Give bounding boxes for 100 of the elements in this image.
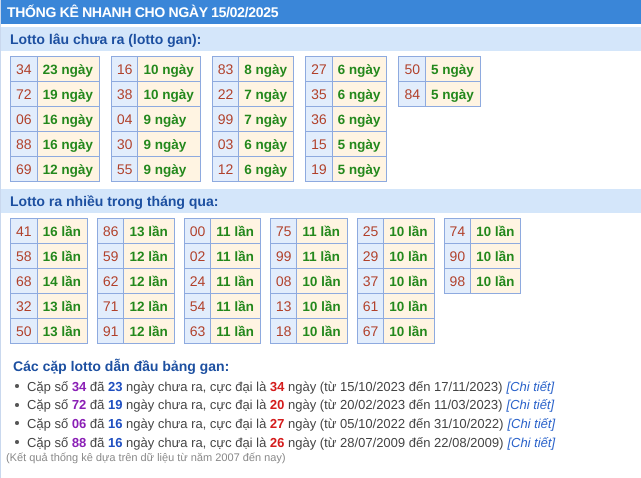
count-cell: 10 lần [296,268,348,294]
number-cell: 29 [357,244,384,268]
count-cell: 10 lần [470,244,521,268]
count-cell: 9 ngày [138,156,200,182]
number-cell: 27 [306,56,332,82]
count-cell: 10 lần [384,244,434,268]
number-cell: 00 [184,218,211,244]
number-cell: 30 [111,132,138,156]
count-cell: 5 ngày [332,156,387,182]
count-cell: 12 ngày [37,156,100,182]
number-cell: 59 [97,244,124,268]
count-cell: 6 ngày [332,82,387,106]
number-cell: 25 [357,218,384,244]
number-cell: 24 [184,268,211,294]
count-cell: 12 lần [124,318,174,344]
count-cell: 16 lần [37,244,88,268]
footnote: (Kết quả thống kê dựa trên dữ liệu từ năm 2007 đến nay) [6,452,287,464]
count-cell: 8 ngày [238,56,294,82]
number-cell: 69 [10,156,38,182]
number-cell: 68 [10,268,38,294]
number-cell: 75 [270,218,297,244]
number-cell: 37 [357,268,384,294]
number-cell: 91 [97,318,124,344]
number-cell: 86 [97,218,124,244]
count-cell: 16 ngày [37,106,100,132]
count-cell: 11 lần [210,244,260,268]
count-cell: 10 ngày [138,56,200,82]
number-cell: 22 [212,82,239,106]
number-cell: 04 [111,106,138,132]
count-cell: 5 ngày [426,56,480,82]
number-cell: 36 [306,106,332,132]
number-cell: 34 [10,56,38,82]
number-cell: 72 [10,82,38,106]
number-cell: 84 [398,82,426,106]
number-cell: 58 [10,244,38,268]
number-cell: 61 [357,294,384,318]
count-cell: 5 ngày [332,132,387,156]
count-cell: 10 lần [384,318,434,344]
count-cell: 11 lần [296,218,348,244]
count-cell: 7 ngày [238,106,294,132]
detail-link[interactable]: [Chi tiết] [506,378,554,394]
count-cell: 11 lần [210,294,260,318]
summary-sentence: Cặp số 88 đã 16 ngày chưa ra, cực đại là 26 ngày (từ 28/07/2009 đến 22/08/2009) [27,434,504,450]
number-cell: 67 [357,318,384,344]
count-cell: 13 lần [124,218,174,244]
count-cell: 13 lần [37,294,88,318]
detail-link[interactable]: [Chi tiết] [507,434,556,450]
bullet-icon [15,384,19,388]
count-cell: 14 lần [37,268,88,294]
number-cell: 08 [270,268,297,294]
number-cell: 15 [306,132,332,156]
count-cell: 9 ngày [138,132,200,156]
detail-link[interactable]: [Chi tiết] [506,397,554,412]
bullet-icon [15,421,19,426]
summary-sentence: Cặp số 06 đã 16 ngày chưa ra, cực đại là 27 ngày (từ 05/10/2022 đến 31/10/2022) [27,416,504,431]
count-cell: 19 ngày [37,82,100,106]
number-cell: 02 [184,244,211,268]
count-cell: 23 ngày [37,56,100,82]
count-cell: 7 ngày [238,82,294,106]
count-cell: 10 lần [296,318,348,344]
count-cell: 11 lần [210,218,260,244]
number-cell: 90 [444,244,471,268]
bullet-icon [15,440,19,444]
number-cell: 54 [184,294,211,318]
number-cell: 13 [270,294,297,318]
count-cell: 11 lần [210,318,260,344]
number-cell: 41 [10,218,38,244]
number-cell: 38 [111,82,138,106]
count-cell: 11 lần [296,244,348,268]
number-cell: 50 [398,56,426,82]
number-cell: 99 [212,106,239,132]
number-cell: 88 [10,132,38,156]
number-cell: 71 [97,294,124,318]
count-cell: 6 ngày [238,132,294,156]
number-cell: 63 [184,318,211,344]
detail-link[interactable]: [Chi tiết] [507,416,556,431]
number-cell: 35 [306,82,332,106]
count-cell: 10 lần [470,268,521,294]
summary-sentence: Cặp số 34 đã 23 ngày chưa ra, cực đại là 34 ngày (từ 15/10/2023 đến 17/11/2023) [27,378,502,394]
number-cell: 03 [212,132,239,156]
number-cell: 50 [10,318,38,344]
count-cell: 6 ngày [238,156,294,182]
count-cell: 9 ngày [138,106,200,132]
number-cell: 18 [270,318,297,344]
page-title: THỐNG KÊ NHANH CHO NGÀY 15/02/2025 [1,0,641,24]
count-cell: 16 lần [37,218,88,244]
number-cell: 19 [306,156,332,182]
count-cell: 5 ngày [426,82,480,106]
count-cell: 12 lần [124,294,174,318]
summary-heading: Các cặp lotto dẫn đầu bảng gan: [13,358,230,374]
count-cell: 12 lần [124,268,174,294]
count-cell: 10 lần [296,294,348,318]
number-cell: 83 [212,56,239,82]
count-cell: 10 lần [384,268,434,294]
summary-sentence: Cặp số 72 đã 19 ngày chưa ra, cực đại là 20 ngày (từ 20/02/2023 đến 11/03/2023) [27,397,502,412]
count-cell: 6 ngày [332,106,387,132]
count-cell: 10 lần [384,294,434,318]
number-cell: 74 [444,218,471,244]
count-cell: 12 lần [124,244,174,268]
section-heading: Lotto lâu chưa ra (lotto gan): [1,27,641,51]
